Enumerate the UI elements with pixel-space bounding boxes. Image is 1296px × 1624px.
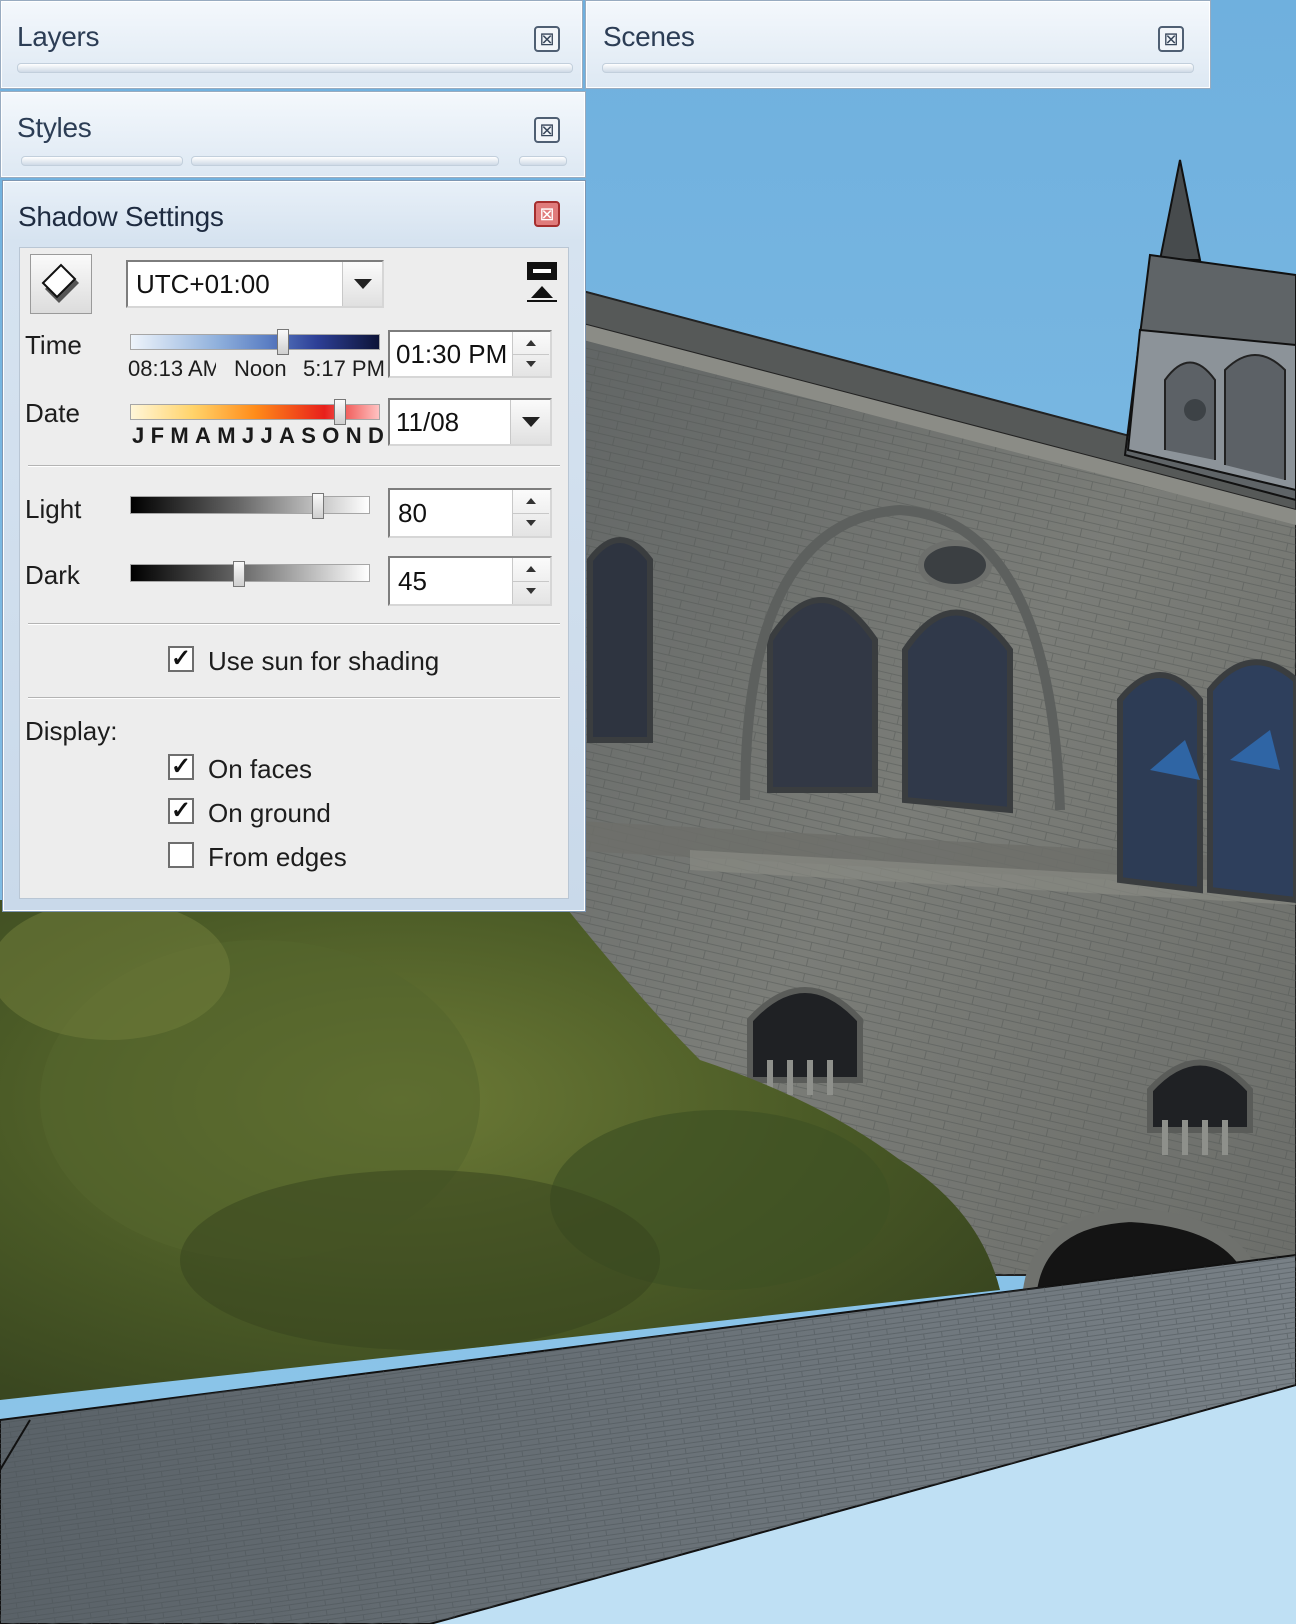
time-input[interactable]: 01:30 PM bbox=[388, 330, 552, 378]
time-down-icon[interactable] bbox=[513, 354, 549, 376]
month-label: J bbox=[241, 423, 255, 448]
month-label: O bbox=[322, 423, 340, 448]
light-down-icon[interactable] bbox=[513, 513, 549, 536]
styles-panel-collapsed-bar bbox=[21, 156, 183, 166]
time-end-label: 5:17 PM bbox=[303, 356, 385, 381]
light-input[interactable]: 80 bbox=[388, 488, 552, 538]
display-label: Display: bbox=[25, 716, 118, 746]
time-slider-track[interactable] bbox=[130, 329, 380, 355]
on-faces-checkbox[interactable]: ✓ bbox=[168, 754, 194, 780]
divider bbox=[28, 465, 560, 467]
from-edges-label[interactable]: From edges bbox=[208, 842, 347, 873]
light-label: Light bbox=[25, 494, 82, 524]
dark-down-icon[interactable] bbox=[513, 581, 549, 604]
styles-panel: Styles ⊠ bbox=[0, 91, 586, 178]
scenes-panel: Scenes ⊠ bbox=[585, 0, 1211, 89]
chevron-down-icon[interactable] bbox=[342, 262, 382, 306]
dark-label: Dark bbox=[25, 560, 80, 590]
month-labels: JFMAMJJASOND bbox=[132, 423, 384, 449]
dark-up-icon[interactable] bbox=[513, 558, 549, 582]
date-select[interactable]: 11/08 bbox=[388, 398, 552, 446]
styles-close-icon[interactable]: ⊠ bbox=[534, 117, 560, 143]
date-slider-thumb[interactable] bbox=[334, 399, 346, 425]
date-value: 11/08 bbox=[396, 407, 460, 437]
month-label: M bbox=[170, 423, 189, 448]
use-sun-checkbox[interactable]: ✓ bbox=[168, 646, 194, 672]
divider bbox=[28, 623, 560, 625]
time-spinner[interactable] bbox=[512, 332, 550, 376]
month-label: A bbox=[279, 423, 295, 448]
month-label: D bbox=[367, 423, 384, 448]
date-slider-track[interactable] bbox=[130, 399, 380, 425]
timezone-select[interactable]: UTC+01:00 bbox=[126, 260, 384, 308]
layers-panel-title[interactable]: Layers bbox=[17, 21, 100, 53]
light-value: 80 bbox=[398, 498, 427, 528]
month-label: M bbox=[217, 423, 236, 448]
month-label: A bbox=[195, 423, 211, 448]
shadow-close-icon[interactable]: ⊠ bbox=[534, 201, 560, 227]
layers-panel-collapsed-bar bbox=[17, 63, 573, 73]
month-label: J bbox=[132, 423, 145, 448]
shadow-toggle-icon bbox=[41, 263, 79, 303]
scenes-close-icon[interactable]: ⊠ bbox=[1158, 26, 1184, 52]
month-label: F bbox=[150, 423, 165, 448]
on-faces-label[interactable]: On faces bbox=[208, 754, 312, 785]
month-label: N bbox=[345, 423, 362, 448]
dark-spinner[interactable] bbox=[512, 558, 550, 604]
time-label: Time bbox=[25, 330, 82, 360]
styles-panel-title[interactable]: Styles bbox=[17, 112, 92, 144]
month-label: J bbox=[260, 423, 273, 448]
shadow-settings-panel: Shadow Settings ⊠ UTC+01:00 Time 08:13 A… bbox=[2, 180, 586, 912]
dark-slider-thumb[interactable] bbox=[233, 561, 245, 587]
light-up-icon[interactable] bbox=[513, 490, 549, 514]
chevron-down-icon[interactable] bbox=[510, 400, 550, 444]
month-label: S bbox=[301, 423, 316, 448]
dark-value: 45 bbox=[398, 566, 427, 596]
divider bbox=[28, 697, 560, 699]
from-edges-checkbox[interactable] bbox=[168, 842, 194, 868]
time-value: 01:30 PM bbox=[396, 339, 508, 369]
timezone-value: UTC+01:00 bbox=[136, 269, 270, 299]
time-noon-label: Noon bbox=[234, 356, 287, 381]
light-spinner[interactable] bbox=[512, 490, 550, 536]
time-up-icon[interactable] bbox=[513, 332, 549, 355]
light-slider-track[interactable] bbox=[130, 493, 370, 519]
scenes-panel-title[interactable]: Scenes bbox=[603, 21, 695, 53]
styles-panel-collapsed-bar bbox=[519, 156, 567, 166]
on-ground-checkbox[interactable]: ✓ bbox=[168, 798, 194, 824]
time-start-label: 08:13 AM bbox=[128, 356, 216, 381]
styles-panel-collapsed-bar bbox=[191, 156, 499, 166]
on-ground-label[interactable]: On ground bbox=[208, 798, 331, 829]
toggle-shadows-button[interactable] bbox=[30, 254, 92, 314]
layers-panel: Layers ⊠ bbox=[0, 0, 583, 89]
light-slider-thumb[interactable] bbox=[312, 493, 324, 519]
dark-input[interactable]: 45 bbox=[388, 556, 552, 606]
date-label: Date bbox=[25, 398, 80, 428]
use-sun-label[interactable]: Use sun for shading bbox=[208, 646, 439, 677]
layers-close-icon[interactable]: ⊠ bbox=[534, 26, 560, 52]
expand-collapse-icon bbox=[527, 262, 557, 302]
expand-collapse-button[interactable] bbox=[525, 260, 559, 304]
time-slider-thumb[interactable] bbox=[277, 329, 289, 355]
scenes-panel-collapsed-bar bbox=[602, 63, 1194, 73]
shadow-settings-title[interactable]: Shadow Settings bbox=[18, 201, 224, 233]
dark-slider-track[interactable] bbox=[130, 561, 370, 587]
shadow-settings-body: UTC+01:00 Time 08:13 AM Noon 5:17 PM 01:… bbox=[19, 247, 569, 899]
